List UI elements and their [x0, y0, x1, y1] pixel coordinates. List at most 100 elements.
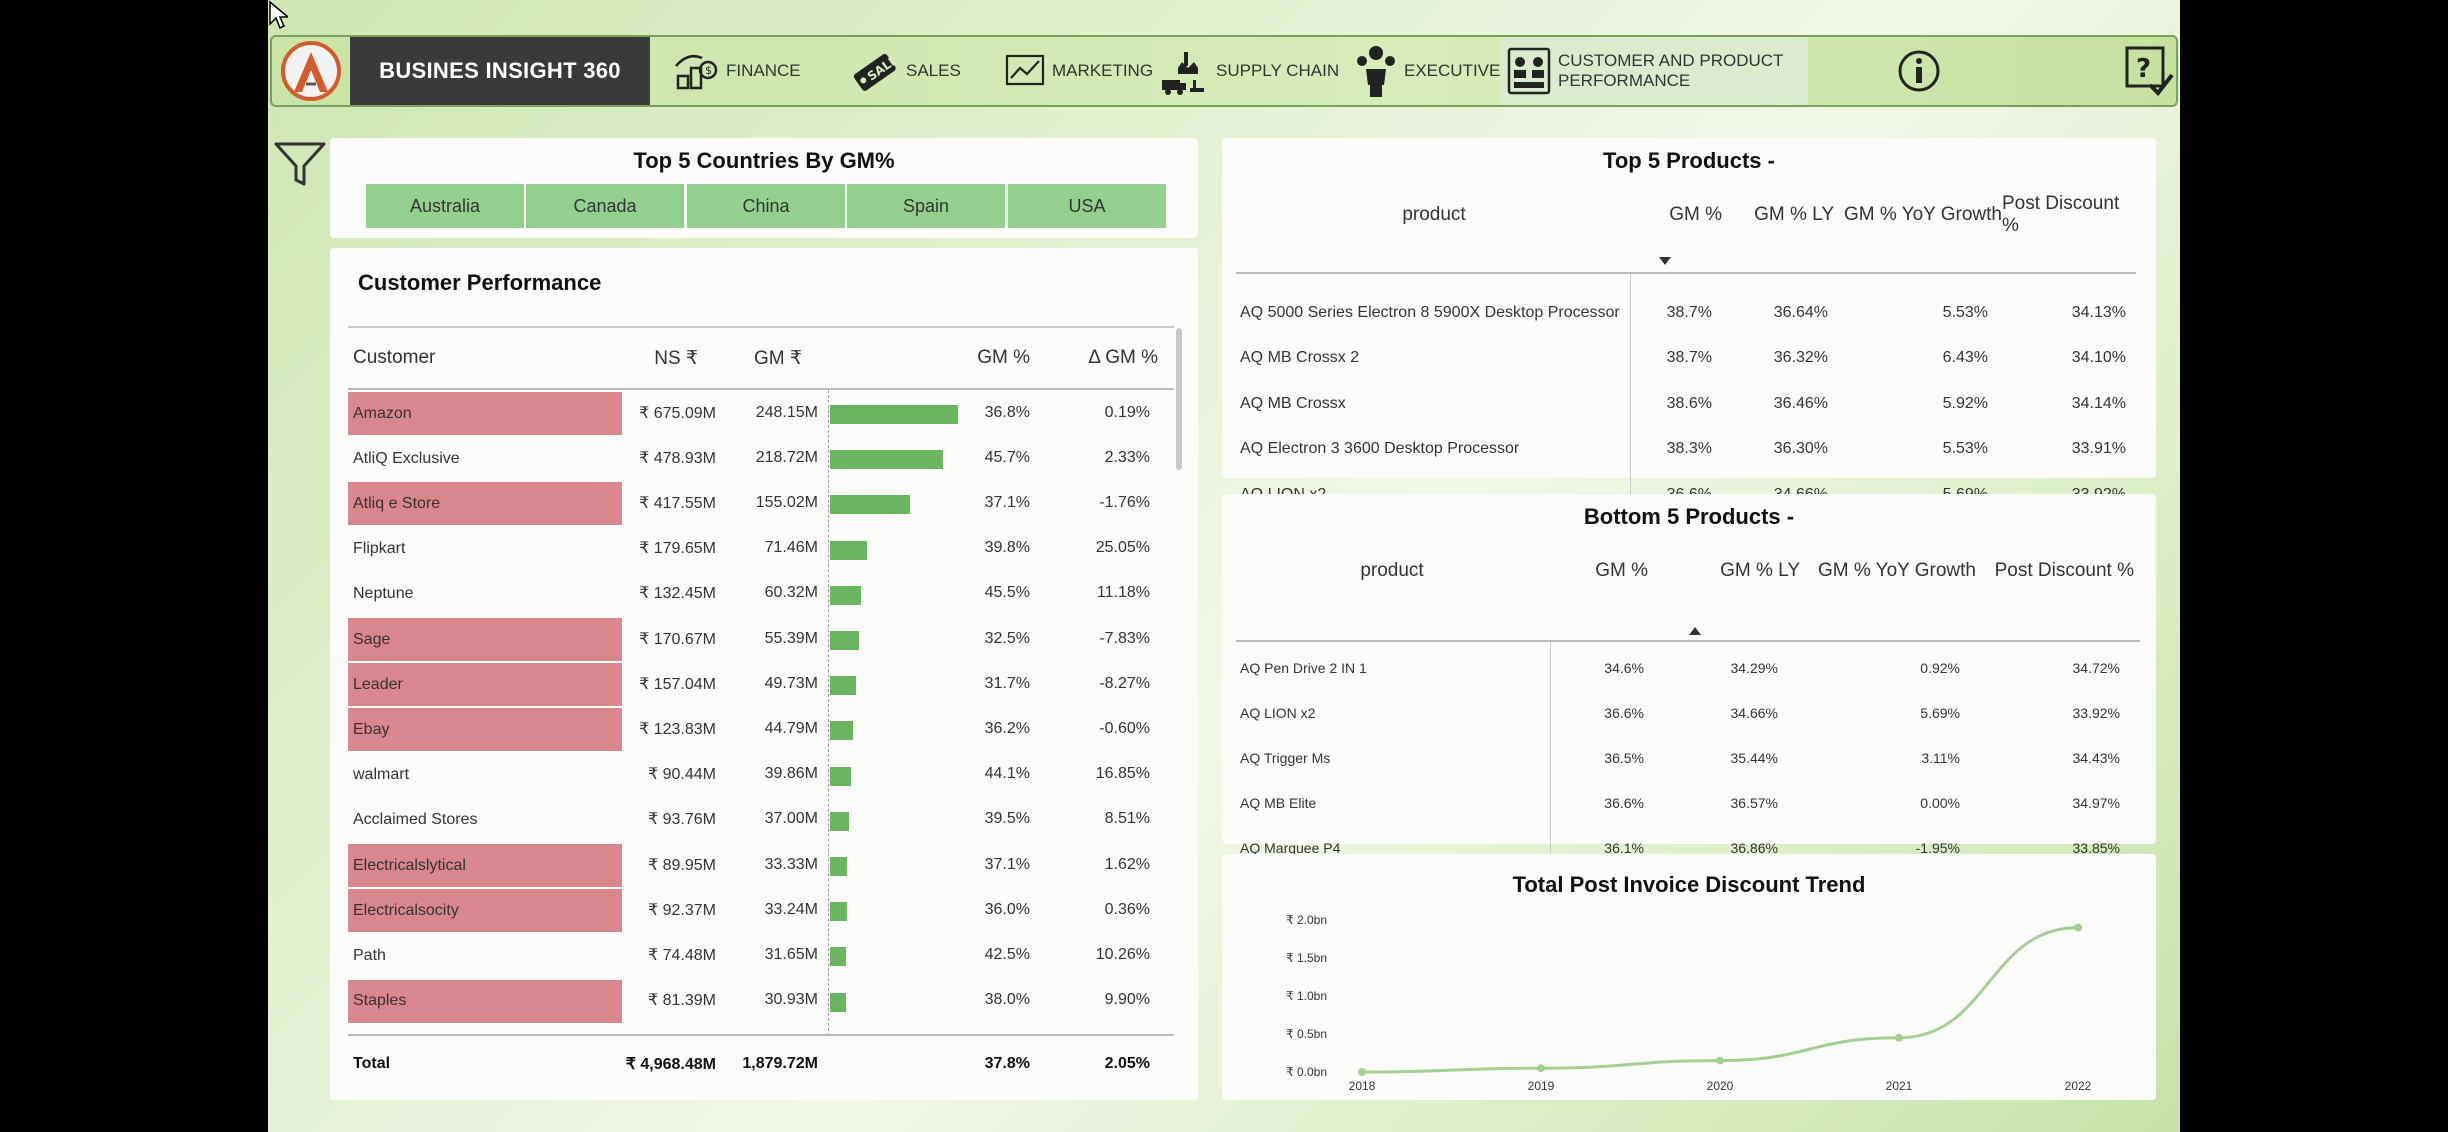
delta-gm-value: 8.51% [1104, 810, 1150, 828]
product-row[interactable]: AQ LION x2 36.6% 34.66% 5.69% 33.92% [1236, 691, 2136, 736]
table-row[interactable]: AtliQ Exclusive ₹ 478.93M 218.72M 45.7% 2.33… [348, 435, 1174, 480]
col-yoy[interactable]: GM % YoY Growth [1800, 540, 1976, 602]
customer-name: Electricalslytical [348, 844, 622, 887]
table-row[interactable]: Electricalsocity ₹ 92.37M 33.24M 36.0% 0.36% [348, 887, 1174, 933]
gm-bar [830, 857, 848, 876]
col-gm-pct[interactable]: GM % [1548, 540, 1648, 602]
country-button-spain[interactable]: Spain [847, 184, 1005, 228]
table-row[interactable]: Electricalslytical ₹ 89.95M 33.33M 37.1% 1.6… [348, 842, 1174, 887]
gm-ly-value: 36.30% [1773, 440, 1828, 458]
info-button[interactable] [1897, 37, 1941, 105]
total-gm-pct: 37.8% [984, 1055, 1030, 1072]
nav-marketing[interactable]: MARKETING [1004, 37, 1153, 105]
col-gm-ly[interactable]: GM % LY [1648, 540, 1800, 602]
gm-pct-value: 42.5% [984, 945, 1030, 963]
filter-button[interactable] [272, 138, 328, 190]
col-post-discount[interactable]: Post Discount % [1976, 540, 2134, 602]
table-row[interactable]: Staples ₹ 81.39M 30.93M 38.0% 9.90% [348, 978, 1174, 1023]
trend-point[interactable] [1716, 1056, 1724, 1065]
table-row[interactable]: Acclaimed Stores ₹ 93.76M 37.00M 39.5% 8.51% [348, 797, 1174, 842]
delta-gm-value: 25.05% [1095, 539, 1150, 557]
gm-pct-value: 38.6% [1666, 394, 1712, 412]
svg-text:?: ? [2136, 54, 2151, 84]
gm-value: 33.33M [764, 855, 818, 873]
ns-value: ₹ 123.83M [639, 720, 716, 738]
ns-value: ₹ 170.67M [639, 630, 716, 648]
table-row[interactable]: walmart ₹ 90.44M 39.86M 44.1% 16.85% [348, 752, 1174, 797]
gm-bar [830, 811, 850, 831]
country-button-china[interactable]: China [687, 184, 845, 228]
table-row[interactable]: Path ₹ 74.48M 31.65M 42.5% 10.26% [348, 932, 1174, 977]
post-discount-value: 34.13% [2071, 303, 2126, 321]
gm-pct-value: 36.6% [1604, 794, 1644, 811]
col-gm-pct[interactable]: GM % [938, 328, 1030, 388]
customer-performance-card: Customer Performance Customer NS ₹ GM ₹ … [330, 248, 1198, 1100]
y-tick-label: ₹ 0.0bn [1286, 1065, 1327, 1079]
col-gm-pct[interactable]: GM % [1632, 184, 1722, 246]
country-button-canada[interactable]: Canada [526, 184, 684, 228]
trend-point[interactable] [1358, 1068, 1366, 1076]
col-yoy[interactable]: GM % YoY Growth [1834, 184, 2002, 246]
yoy-value: 3.11% [1921, 749, 1960, 766]
trend-point[interactable] [1537, 1064, 1545, 1073]
table-row[interactable]: Amazon ₹ 675.09M 248.15M 36.8% 0.19% [348, 390, 1174, 435]
post-discount-value: 34.43% [2072, 749, 2120, 766]
product-row[interactable]: AQ MB Crossx 38.6% 36.46% 5.92% 34.14% [1236, 381, 2136, 427]
product-row[interactable]: AQ MB Elite 36.6% 36.57% 0.00% 34.97% [1236, 780, 2136, 825]
col-ns[interactable]: NS ₹ [598, 328, 698, 388]
total-delta-gm: 2.05% [1104, 1055, 1150, 1072]
table-row[interactable]: Ebay ₹ 123.83M 44.79M 36.2% -0.60% [348, 706, 1174, 752]
yoy-value: 0.92% [1920, 660, 1960, 677]
y-tick-label: ₹ 1.5bn [1286, 951, 1327, 965]
mouse-cursor-icon [269, 0, 288, 30]
sort-desc-icon[interactable] [1658, 256, 1672, 266]
customer-name: Sage [348, 618, 622, 661]
x-tick-label: 2022 [2065, 1079, 2092, 1093]
ns-value: ₹ 478.93M [639, 449, 716, 467]
product-row[interactable]: AQ Electron 3 3600 Desktop Processor 38.3… [1236, 427, 2136, 473]
table-row[interactable]: Leader ₹ 157.04M 49.73M 31.7% -8.27% [348, 661, 1174, 707]
gm-bar [830, 585, 862, 605]
col-product[interactable]: product [1236, 184, 1632, 246]
sort-asc-icon[interactable] [1688, 626, 1702, 636]
product-row[interactable]: AQ Pen Drive 2 IN 1 34.6% 34.29% 0.92% 34.72… [1236, 646, 2136, 691]
nav-executive[interactable]: EXECUTIVE [1354, 37, 1500, 105]
customer-name: Atliq e Store [348, 482, 622, 526]
gm-pct-value: 38.7% [1666, 349, 1712, 367]
table-row[interactable]: Sage ₹ 170.67M 55.39M 32.5% -7.83% [348, 616, 1174, 661]
trend-point[interactable] [2074, 923, 2082, 932]
product-row[interactable]: AQ 5000 Series Electron 8 5900X Desktop … [1236, 290, 2136, 336]
nav-customer-product[interactable]: CUSTOMER AND PRODUCT PERFORMANCE [1500, 37, 1808, 105]
trend-point[interactable] [1895, 1033, 1903, 1042]
total-label: Total [353, 1055, 391, 1072]
col-gm[interactable]: GM ₹ [754, 328, 802, 388]
product-row[interactable]: AQ Trigger Ms 36.5% 35.44% 3.11% 34.43% [1236, 736, 2136, 781]
col-customer[interactable]: Customer [353, 328, 435, 388]
top-nav-bar: BUSINES INSIGHT 360 $ FINANCE SALE SALES… [270, 35, 2178, 107]
nav-supply-chain[interactable]: SUPPLY CHAIN [1160, 37, 1339, 105]
country-button-australia[interactable]: Australia [366, 184, 524, 228]
gm-pct-value: 39.5% [984, 810, 1030, 828]
product-name: AQ LION x2 [1240, 705, 1316, 722]
nav-finance-label: FINANCE [726, 61, 801, 80]
country-button-usa[interactable]: USA [1008, 184, 1166, 228]
dashboard: BUSINES INSIGHT 360 $ FINANCE SALE SALES… [268, 0, 2180, 1132]
col-gm-ly[interactable]: GM % LY [1722, 184, 1834, 246]
col-product[interactable]: product [1236, 540, 1548, 602]
table-row[interactable]: Flipkart ₹ 179.65M 71.46M 39.8% 25.05% [348, 526, 1174, 571]
atliq-logo[interactable] [272, 37, 350, 105]
nav-finance[interactable]: $ FINANCE [674, 37, 801, 105]
help-button[interactable]: ? [2124, 37, 2174, 105]
delta-gm-value: 0.36% [1104, 900, 1150, 918]
table-row[interactable]: Neptune ₹ 132.45M 60.32M 45.5% 11.18% [348, 571, 1174, 616]
col-delta-gm[interactable]: Δ GM % [1048, 328, 1158, 388]
nav-sales[interactable]: SALE SALES [850, 37, 961, 105]
product-row[interactable]: AQ MB Crossx 2 38.7% 36.32% 6.43% 34.10% [1236, 336, 2136, 382]
col-post-discount[interactable]: Post Discount % [2002, 184, 2130, 246]
finance-icon: $ [675, 55, 718, 90]
yoy-value: 5.53% [1942, 303, 1988, 321]
bottom-products-card: Bottom 5 Products - product GM % GM % LY… [1222, 494, 2156, 870]
customer-table-scrollbar[interactable] [1176, 328, 1182, 470]
table-row[interactable]: Atliq e Store ₹ 417.55M 155.02M 37.1% -1.76% [348, 480, 1174, 526]
gm-pct-value: 44.1% [984, 765, 1030, 783]
